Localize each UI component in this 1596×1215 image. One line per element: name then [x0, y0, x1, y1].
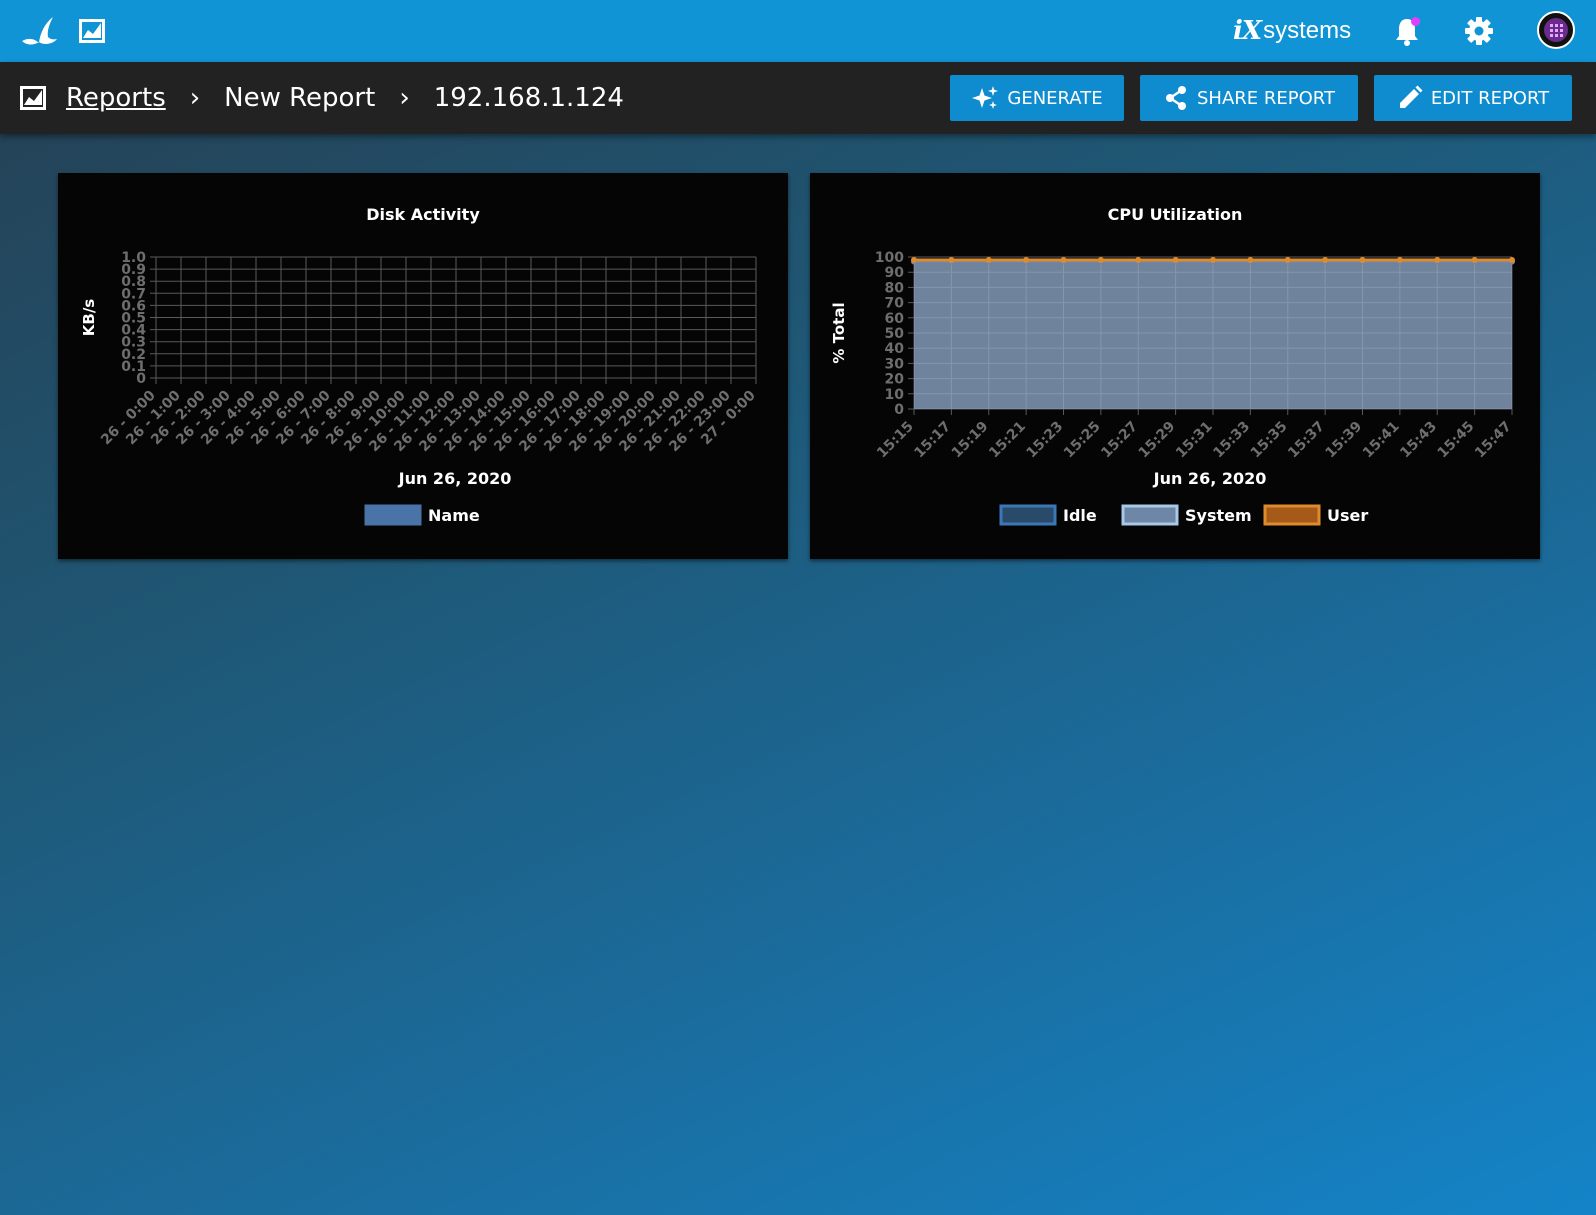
x-tick-label: 15:45 — [1435, 419, 1478, 462]
legend-label-idle: Idle — [1063, 506, 1097, 525]
disk-activity-chart: 00.10.20.30.40.50.60.70.80.91.026 - 0:00… — [80, 250, 759, 526]
power-avatar-icon[interactable] — [1537, 11, 1575, 49]
data-point — [1322, 257, 1329, 264]
bell-icon[interactable] — [1392, 0, 1422, 62]
data-point — [948, 257, 955, 264]
breadcrumb-separator: › — [189, 83, 201, 113]
data-point — [1471, 257, 1478, 264]
y-tick-label: 60 — [885, 311, 905, 327]
y-tick-label: 20 — [885, 372, 905, 388]
breadcrumb-host: 192.168.1.124 — [433, 83, 624, 113]
x-tick-label: 15:37 — [1285, 419, 1328, 462]
data-point — [1434, 257, 1441, 264]
chart-line-icon — [20, 86, 46, 110]
x-tick-label: 15:21 — [986, 419, 1029, 462]
x-tick-label: 15:29 — [1136, 419, 1179, 462]
y-tick-label: 100 — [875, 250, 904, 266]
x-tick-label: 15:33 — [1210, 419, 1253, 462]
top-toolbar: iX systems — [0, 0, 1596, 62]
data-point — [1359, 257, 1366, 264]
sparkle-icon — [971, 85, 999, 111]
ixsystems-logo: iX systems — [1233, 16, 1352, 46]
legend-swatch-idle — [999, 504, 1057, 526]
generate-label: GENERATE — [1007, 87, 1103, 109]
legend-swatch-name — [364, 504, 422, 526]
data-point — [1396, 257, 1403, 264]
y-axis-label: KB/s — [80, 299, 98, 337]
y-tick-label: 50 — [885, 326, 905, 342]
data-point — [1247, 257, 1254, 264]
data-point — [911, 257, 917, 264]
share-report-button[interactable]: SHARE REPORT — [1140, 75, 1358, 121]
x-tick-label: 15:15 — [874, 419, 917, 462]
y-axis-label: % Total — [830, 302, 848, 363]
breadcrumb: Reports › New Report › 192.168.1.124 — [20, 62, 624, 134]
y-tick-label: 30 — [885, 356, 905, 372]
data-point — [1284, 257, 1291, 264]
x-tick-label: 15:43 — [1397, 419, 1440, 462]
share-icon — [1163, 85, 1189, 111]
data-point — [1210, 257, 1216, 264]
legend-swatch-user — [1263, 504, 1321, 526]
x-tick-label: 15:41 — [1360, 419, 1403, 462]
data-point — [1172, 257, 1179, 264]
data-point — [985, 257, 992, 264]
chart-line-icon[interactable] — [78, 0, 106, 62]
y-tick-label: 0 — [894, 402, 904, 418]
y-tick-label: 40 — [885, 341, 905, 357]
legend-label-name: Name — [428, 506, 480, 525]
data-point — [1023, 257, 1030, 264]
generate-button[interactable]: GENERATE — [950, 75, 1124, 121]
cpu-utilization-chart: 010203040506070809010015:1515:1715:1915:… — [830, 250, 1515, 526]
x-tick-label: 15:23 — [1023, 419, 1066, 462]
cpu-utilization-card: CPU Utilization 0 10 20 30 40 50 60 70 80 90 100 15… — [810, 173, 1540, 559]
y-tick-label: 1.0 — [121, 250, 146, 266]
y-tick-label: 90 — [885, 265, 905, 281]
data-point — [1509, 257, 1515, 264]
data-point — [1060, 257, 1067, 264]
share-report-label: SHARE REPORT — [1197, 87, 1335, 109]
x-tick-label: 15:35 — [1248, 419, 1291, 462]
edit-report-label: EDIT REPORT — [1430, 87, 1550, 109]
y-tick-label: 70 — [885, 296, 905, 312]
x-tick-label: 15:19 — [949, 419, 992, 462]
x-tick-label: 15:17 — [911, 419, 954, 462]
data-point — [1135, 257, 1142, 264]
legend-label-system: System — [1185, 506, 1252, 525]
edit-report-button[interactable]: EDIT REPORT — [1374, 75, 1572, 121]
legend-swatch-system — [1121, 504, 1179, 526]
x-tick-label: 15:31 — [1173, 419, 1216, 462]
series-area-idle — [914, 261, 1512, 409]
truenas-logo-icon[interactable] — [18, 0, 60, 62]
notification-badge — [1411, 17, 1420, 26]
x-axis-label: Jun 26, 2020 — [398, 469, 512, 488]
y-tick-label: 10 — [885, 387, 905, 403]
breadcrumb-reports-link[interactable]: Reports — [66, 83, 166, 113]
breadcrumb-separator: › — [399, 83, 410, 113]
x-tick-label: 15:27 — [1098, 419, 1141, 462]
gear-icon[interactable] — [1463, 0, 1495, 62]
breadcrumb-new-report: New Report — [224, 83, 376, 113]
disk-activity-card: Disk Activity 0 0.1 0.2 0.3 0.4 0.5 0.6 0.7 0.8 0… — [58, 173, 788, 559]
x-axis-label: Jun 26, 2020 — [1153, 469, 1267, 488]
pencil-icon — [1397, 85, 1423, 111]
data-point — [1097, 257, 1104, 264]
legend-label-user: User — [1327, 506, 1368, 525]
page-header: Reports › New Report › 192.168.1.124 GEN… — [0, 62, 1596, 134]
x-tick-label: 15:25 — [1061, 419, 1104, 462]
x-tick-label: 15:47 — [1472, 419, 1515, 462]
x-tick-label: 15:39 — [1322, 419, 1365, 462]
y-tick-label: 80 — [885, 280, 905, 296]
